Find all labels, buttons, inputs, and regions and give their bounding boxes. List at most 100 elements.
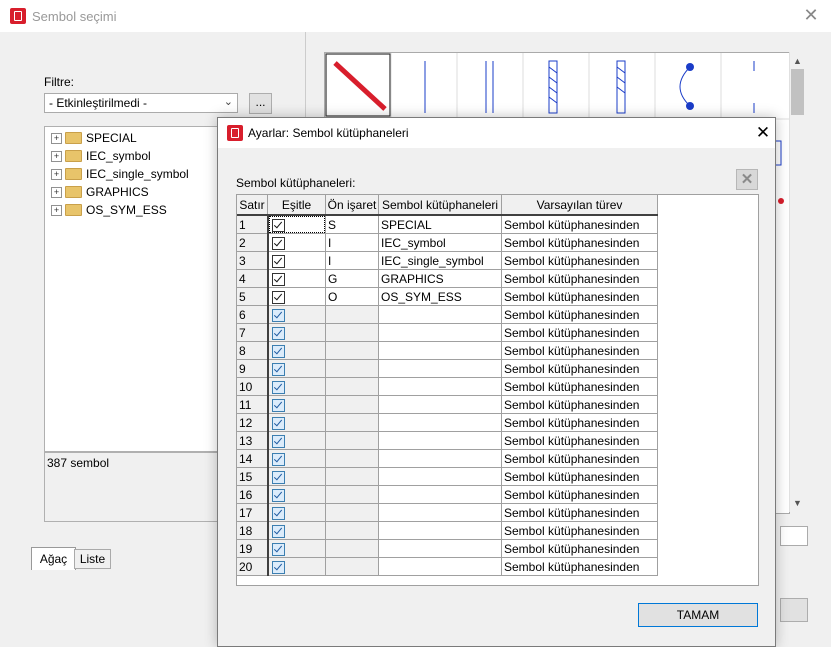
library-cell[interactable]: IEC_single_symbol — [378, 251, 502, 270]
sync-cell[interactable] — [267, 449, 326, 468]
prefix-cell[interactable] — [325, 467, 379, 486]
sync-cell[interactable] — [267, 539, 326, 558]
table-row[interactable]: 3 I IEC_single_symbol Sembol kütüphanesinde… — [237, 251, 658, 270]
expand-icon[interactable]: + — [51, 186, 62, 198]
sync-cell[interactable] — [267, 233, 326, 252]
sync-cell[interactable] — [267, 431, 326, 450]
library-cell[interactable] — [378, 485, 502, 504]
library-cell[interactable] — [378, 359, 502, 378]
sync-checkbox[interactable] — [271, 272, 285, 286]
library-cell[interactable] — [378, 503, 502, 522]
library-cell[interactable]: OS_SYM_ESS — [378, 287, 502, 306]
default-variant-cell[interactable]: Sembol kütüphanesinden — [501, 377, 658, 396]
table-row[interactable]: 11 Sembol kütüphanesinden — [237, 395, 658, 414]
variant-select[interactable] — [780, 526, 808, 546]
scroll-thumb[interactable] — [791, 69, 804, 115]
sync-cell[interactable] — [267, 413, 326, 432]
symbol-scrollbar[interactable]: ▲ ▼ — [789, 52, 807, 512]
sync-checkbox[interactable] — [271, 236, 285, 250]
default-variant-cell[interactable]: Sembol kütüphanesinden — [501, 485, 658, 504]
sync-checkbox[interactable] — [271, 524, 285, 538]
default-variant-cell[interactable]: Sembol kütüphanesinden — [501, 467, 658, 486]
table-row[interactable]: 14 Sembol kütüphanesinden — [237, 449, 658, 468]
sync-cell[interactable] — [267, 269, 326, 288]
default-variant-cell[interactable]: Sembol kütüphanesinden — [501, 539, 658, 558]
default-variant-cell[interactable]: Sembol kütüphanesinden — [501, 449, 658, 468]
tab-tree[interactable]: Ağaç — [31, 547, 76, 570]
tree-item[interactable]: + IEC_symbol — [51, 147, 151, 165]
prefix-cell[interactable]: I — [325, 251, 379, 270]
sync-checkbox[interactable] — [271, 470, 285, 484]
tree-item[interactable]: + SPECIAL — [51, 129, 137, 147]
tab-list[interactable]: Liste — [74, 549, 111, 569]
sync-checkbox[interactable] — [271, 326, 285, 340]
default-variant-cell[interactable]: Sembol kütüphanesinden — [501, 287, 658, 306]
prefix-cell[interactable]: G — [325, 269, 379, 288]
library-cell[interactable] — [378, 305, 502, 324]
sync-checkbox[interactable] — [271, 254, 285, 268]
library-cell[interactable]: SPECIAL — [378, 215, 502, 234]
prefix-cell[interactable] — [325, 503, 379, 522]
prefix-cell[interactable] — [325, 539, 379, 558]
table-row[interactable]: 16 Sembol kütüphanesinden — [237, 485, 658, 504]
sync-checkbox[interactable] — [271, 398, 285, 412]
table-row[interactable]: 5 O OS_SYM_ESS Sembol kütüphanesinden — [237, 287, 658, 306]
table-row[interactable]: 8 Sembol kütüphanesinden — [237, 341, 658, 360]
sync-cell[interactable] — [267, 251, 326, 270]
expand-icon[interactable]: + — [51, 132, 62, 144]
table-row[interactable]: 19 Sembol kütüphanesinden — [237, 539, 658, 558]
close-icon[interactable]: ✕ — [800, 4, 822, 26]
sync-checkbox[interactable] — [271, 542, 285, 556]
table-row[interactable]: 17 Sembol kütüphanesinden — [237, 503, 658, 522]
tree-item[interactable]: + GRAPHICS — [51, 183, 149, 201]
library-cell[interactable] — [378, 431, 502, 450]
expand-icon[interactable]: + — [51, 150, 62, 162]
sync-cell[interactable] — [267, 215, 326, 234]
sync-checkbox[interactable] — [271, 218, 285, 232]
sync-cell[interactable] — [267, 323, 326, 342]
sync-cell[interactable] — [267, 359, 326, 378]
prefix-cell[interactable]: S — [325, 215, 379, 234]
prefix-cell[interactable] — [325, 395, 379, 414]
table-row[interactable]: 6 Sembol kütüphanesinden — [237, 305, 658, 324]
prefix-cell[interactable] — [325, 359, 379, 378]
back-window-button[interactable] — [780, 598, 808, 622]
default-variant-cell[interactable]: Sembol kütüphanesinden — [501, 323, 658, 342]
prefix-cell[interactable] — [325, 521, 379, 540]
library-cell[interactable] — [378, 377, 502, 396]
default-variant-cell[interactable]: Sembol kütüphanesinden — [501, 503, 658, 522]
default-variant-cell[interactable]: Sembol kütüphanesinden — [501, 413, 658, 432]
table-row[interactable]: 10 Sembol kütüphanesinden — [237, 377, 658, 396]
prefix-cell[interactable] — [325, 377, 379, 396]
prefix-cell[interactable] — [325, 557, 379, 576]
sync-cell[interactable] — [267, 467, 326, 486]
default-variant-cell[interactable]: Sembol kütüphanesinden — [501, 233, 658, 252]
library-cell[interactable]: IEC_symbol — [378, 233, 502, 252]
default-variant-cell[interactable]: Sembol kütüphanesinden — [501, 431, 658, 450]
prefix-cell[interactable] — [325, 341, 379, 360]
sync-checkbox[interactable] — [271, 506, 285, 520]
default-variant-cell[interactable]: Sembol kütüphanesinden — [501, 341, 658, 360]
default-variant-cell[interactable]: Sembol kütüphanesinden — [501, 215, 658, 234]
expand-icon[interactable]: + — [51, 168, 62, 180]
sync-checkbox[interactable] — [271, 452, 285, 466]
sync-cell[interactable] — [267, 395, 326, 414]
prefix-cell[interactable] — [325, 305, 379, 324]
sync-cell[interactable] — [267, 485, 326, 504]
default-variant-cell[interactable]: Sembol kütüphanesinden — [501, 269, 658, 288]
sync-cell[interactable] — [267, 341, 326, 360]
sync-checkbox[interactable] — [271, 344, 285, 358]
default-variant-cell[interactable]: Sembol kütüphanesinden — [501, 251, 658, 270]
close-icon[interactable]: ✕ — [753, 122, 773, 144]
sync-checkbox[interactable] — [271, 416, 285, 430]
scroll-up-icon[interactable]: ▲ — [793, 56, 802, 66]
sync-cell[interactable] — [267, 503, 326, 522]
sync-cell[interactable] — [267, 377, 326, 396]
ok-button[interactable]: TAMAM — [638, 603, 758, 627]
table-row[interactable]: 1 S SPECIAL Sembol kütüphanesinden — [237, 215, 658, 234]
library-cell[interactable] — [378, 467, 502, 486]
table-row[interactable]: 20 Sembol kütüphanesinden — [237, 557, 658, 576]
default-variant-cell[interactable]: Sembol kütüphanesinden — [501, 557, 658, 576]
sync-cell[interactable] — [267, 521, 326, 540]
expand-icon[interactable]: + — [51, 204, 62, 216]
